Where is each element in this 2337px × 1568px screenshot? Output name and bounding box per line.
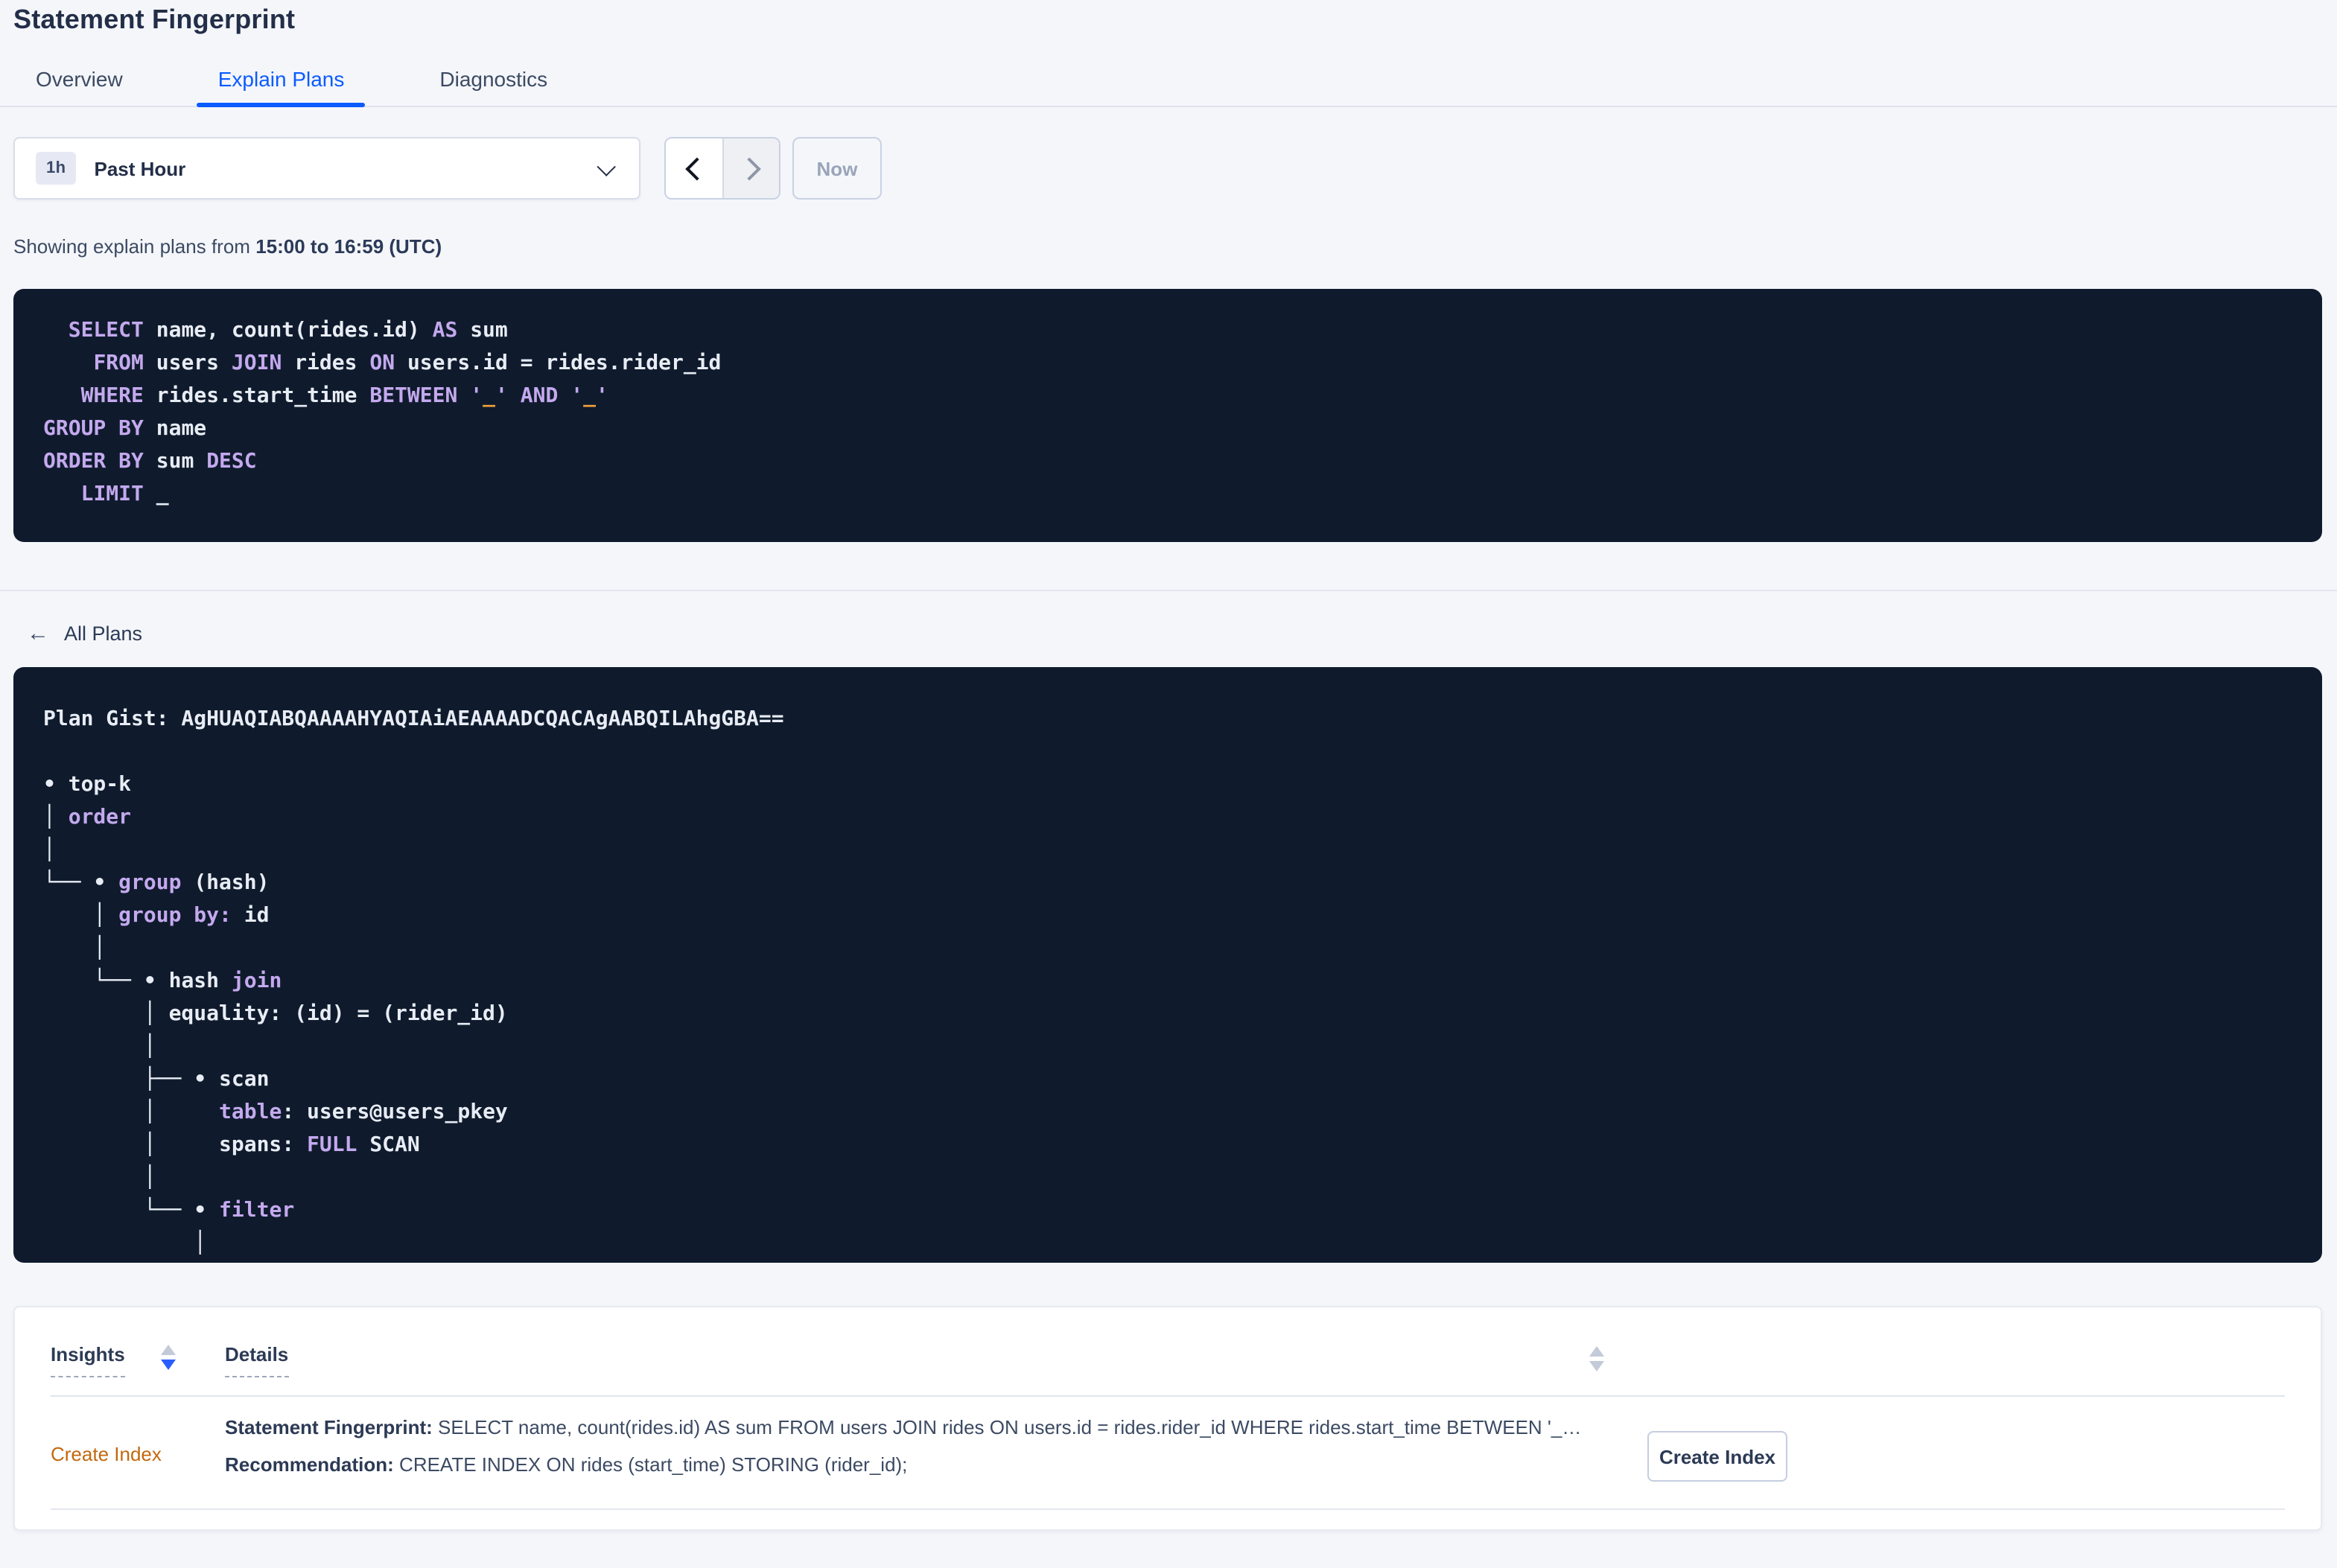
create-index-button[interactable]: Create Index: [1647, 1431, 1787, 1482]
recommendation-detail: Recommendation: CREATE INDEX ON rides (s…: [225, 1453, 908, 1476]
column-header-details[interactable]: Details: [225, 1343, 289, 1377]
time-range-label: Past Hour: [94, 157, 186, 179]
next-range-button[interactable]: [722, 138, 779, 198]
sort-down-triangle: [160, 1360, 176, 1370]
statement-fingerprint-page: Statement Fingerprint Overview Explain P…: [0, 0, 2337, 1568]
all-plans-label: All Plans: [64, 622, 143, 645]
table-row: Create Index Statement Fingerprint: SELE…: [51, 1397, 2285, 1510]
previous-range-button[interactable]: [666, 138, 722, 198]
plan-tree-code: Plan Gist: AgHUAQIABQAAAAHYAQIAiAEAAAADC…: [43, 707, 784, 1255]
tab-explain-plans[interactable]: Explain Plans: [197, 67, 366, 107]
status-time-range: 15:00 to 16:59 (UTC): [255, 235, 442, 258]
column-header-insights[interactable]: Insights: [51, 1343, 176, 1377]
now-button[interactable]: Now: [792, 137, 882, 200]
sql-statement-code: SELECT name, count(rides.id) AS sum FROM…: [43, 319, 722, 506]
insights-card: Insights Details Create Index Statement …: [13, 1306, 2322, 1531]
all-plans-back-link[interactable]: ← All Plans: [27, 622, 142, 645]
showing-plans-status: Showing explain plans from 15:00 to 16:5…: [13, 235, 2337, 258]
chevron-right-icon: [737, 156, 761, 180]
insights-table-header: Insights Details: [51, 1307, 2285, 1397]
section-divider: [0, 590, 2337, 591]
sort-up-triangle: [1589, 1346, 1604, 1357]
tab-diagnostics[interactable]: Diagnostics: [419, 67, 568, 106]
tab-overview[interactable]: Overview: [15, 67, 144, 106]
page-title: Statement Fingerprint: [13, 4, 296, 34]
time-controls: 1h Past Hour Now: [13, 137, 2324, 200]
chevron-left-icon: [684, 156, 708, 180]
time-pager: [664, 137, 780, 200]
plan-gist-box: Plan Gist: AgHUAQIABQAAAAHYAQIAiAEAAAADC…: [13, 667, 2322, 1263]
back-arrow-icon: ←: [27, 621, 49, 646]
time-range-dropdown[interactable]: 1h Past Hour: [13, 137, 640, 200]
sql-statement-box: SELECT name, count(rides.id) AS sum FROM…: [13, 289, 2322, 542]
insight-type-link[interactable]: Create Index: [51, 1443, 162, 1465]
sort-down-triangle: [1589, 1361, 1604, 1371]
statement-fingerprint-detail: Statement Fingerprint: SELECT name, coun…: [225, 1416, 1582, 1438]
tab-bar: Overview Explain Plans Diagnostics: [0, 61, 2337, 107]
sort-up-triangle: [160, 1345, 176, 1355]
status-prefix: Showing explain plans from: [13, 235, 256, 258]
interval-badge: 1h: [36, 152, 77, 185]
sort-icon-details[interactable]: [1589, 1346, 1604, 1371]
sort-icon-insights[interactable]: [160, 1345, 176, 1370]
